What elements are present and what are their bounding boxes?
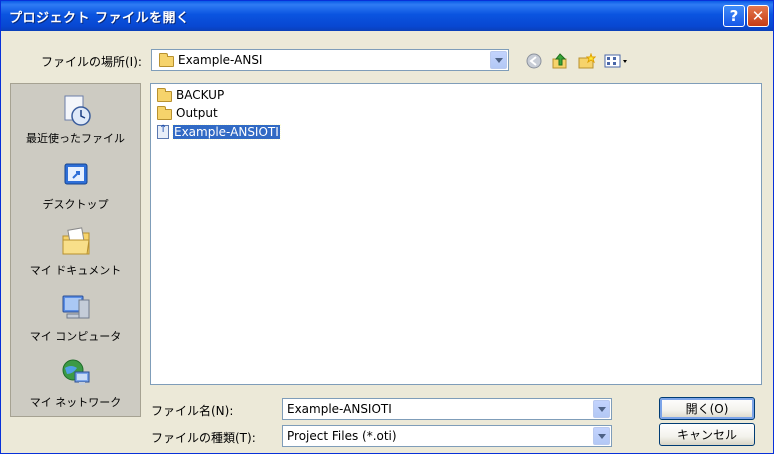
place-label: マイ ドキュメント [29, 264, 122, 277]
help-icon: ? [729, 7, 739, 25]
place-label: マイ ネットワーク [29, 396, 122, 409]
new-folder-icon[interactable] [578, 53, 596, 69]
place-recent[interactable]: 最近使ったファイル [11, 90, 140, 156]
place-my-documents[interactable]: マイ ドキュメント [11, 222, 140, 288]
place-desktop[interactable]: デスクトップ [11, 156, 140, 222]
my-computer-icon [59, 292, 93, 324]
folder-icon [157, 87, 172, 102]
lookin-label: ファイルの場所(I): [41, 55, 142, 69]
place-label: デスクトップ [42, 198, 109, 211]
list-item-project-file[interactable]: Example-ANSIOTI [155, 124, 281, 140]
cancel-button[interactable]: キャンセル [659, 423, 755, 446]
recent-documents-icon [59, 94, 93, 126]
chevron-down-icon[interactable] [490, 51, 507, 69]
place-my-computer[interactable]: マイ コンピュータ [11, 288, 140, 354]
close-button[interactable]: ✕ [747, 5, 769, 27]
chevron-down-icon[interactable] [593, 400, 610, 418]
file-name: BACKUP [176, 88, 225, 102]
help-button[interactable]: ? [723, 5, 745, 27]
place-my-network[interactable]: マイ ネットワーク [11, 354, 140, 420]
folder-icon [157, 105, 172, 120]
filetype-label: ファイルの種類(T): [151, 431, 256, 445]
close-icon: ✕ [751, 7, 765, 25]
list-item-folder[interactable]: Output [155, 105, 218, 121]
file-list[interactable]: BACKUP Output Example-ANSIOTI [150, 83, 762, 385]
desktop-icon [59, 160, 93, 192]
filetype-dropdown[interactable]: Project Files (*.oti) [282, 425, 612, 447]
my-documents-icon [59, 226, 93, 258]
filetype-value: Project Files (*.oti) [287, 429, 397, 443]
file-name: Output [176, 106, 218, 120]
place-label: 最近使ったファイル [26, 132, 125, 145]
up-folder-icon[interactable] [551, 53, 569, 69]
list-item-folder[interactable]: BACKUP [155, 87, 224, 103]
views-menu-icon[interactable] [604, 53, 630, 69]
filename-value: Example-ANSIOTI [287, 402, 392, 416]
open-project-dialog: プロジェクト ファイルを開く ? ✕ ファイルの場所(I): Example-A… [0, 0, 774, 454]
file-name: Example-ANSIOTI [172, 124, 281, 140]
places-bar: 最近使ったファイル デスクトップ マイ ドキュメント マイ コンピュータ マイ … [10, 83, 141, 417]
chevron-down-icon[interactable] [593, 427, 610, 445]
lookin-dropdown[interactable]: Example-ANSI [151, 49, 509, 71]
filename-label: ファイル名(N): [151, 404, 234, 418]
filename-input[interactable]: Example-ANSIOTI [282, 398, 612, 420]
folder-icon [159, 53, 174, 67]
place-label: マイ コンピュータ [29, 330, 122, 343]
dialog-title: プロジェクト ファイルを開く [9, 11, 190, 26]
open-button[interactable]: 開く(O) [659, 397, 755, 420]
my-network-icon [59, 358, 93, 390]
title-bar[interactable]: プロジェクト ファイルを開く ? ✕ [1, 1, 773, 31]
back-icon[interactable] [525, 53, 543, 69]
project-file-icon [157, 124, 169, 139]
lookin-value: Example-ANSI [178, 53, 263, 67]
